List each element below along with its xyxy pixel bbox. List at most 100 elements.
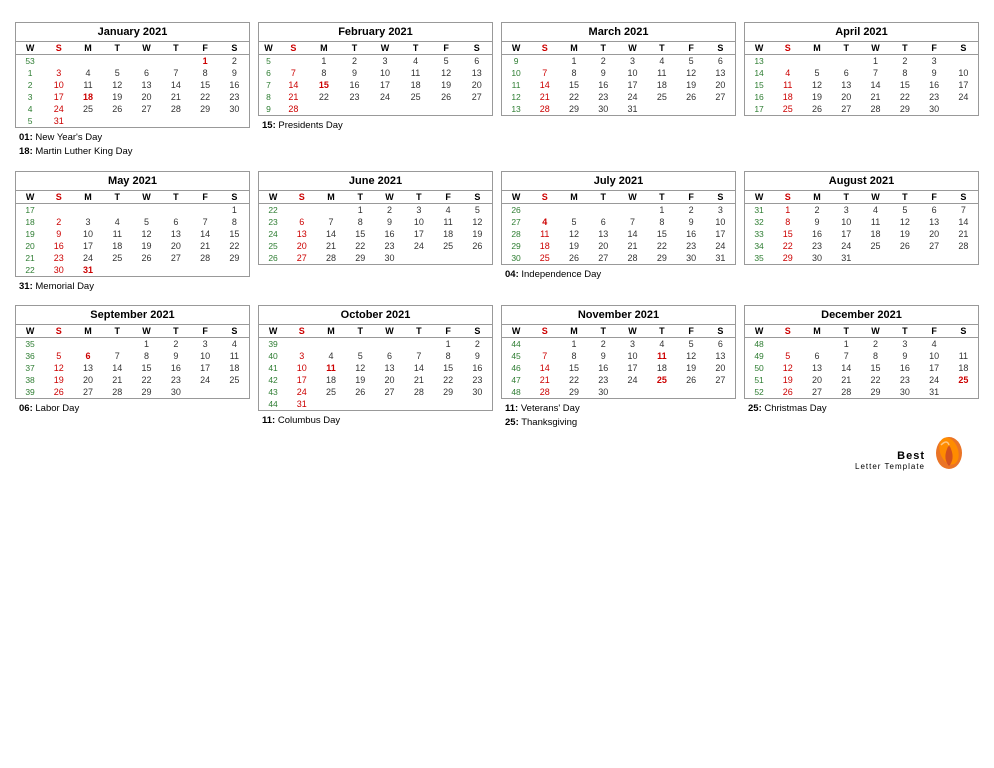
- day-cell: 3: [370, 55, 401, 68]
- col-header: S: [949, 191, 978, 204]
- day-cell: 24: [73, 252, 102, 264]
- day-cell: 13: [161, 228, 190, 240]
- day-cell: 30: [161, 386, 190, 398]
- day-cell: 9: [44, 228, 73, 240]
- day-cell: 4: [433, 203, 462, 216]
- holidays-section: 06: Labor Day: [15, 399, 250, 419]
- day-cell: 11: [530, 228, 559, 240]
- holiday-entry: 25: Thanksgiving: [505, 416, 732, 430]
- day-cell: 4: [400, 55, 431, 68]
- day-cell: 6: [461, 55, 492, 68]
- day-cell: 29: [132, 386, 161, 398]
- day-cell: [44, 337, 73, 350]
- week-number: 1: [16, 67, 44, 79]
- logo-text-best: Best: [855, 450, 925, 462]
- day-cell: [706, 103, 735, 115]
- day-cell: 18: [773, 91, 802, 103]
- col-header: T: [890, 191, 919, 204]
- week-number: 35: [16, 337, 44, 350]
- day-cell: 25: [73, 103, 102, 115]
- day-cell: 18: [103, 240, 132, 252]
- day-cell: 23: [220, 91, 249, 103]
- day-cell: [589, 203, 618, 216]
- week-number: 10: [502, 67, 530, 79]
- day-cell: 2: [589, 337, 618, 350]
- day-cell: 17: [832, 228, 861, 240]
- week-number: 5: [259, 55, 278, 68]
- day-cell: 29: [220, 252, 249, 264]
- col-header: W: [502, 325, 530, 338]
- day-cell: [375, 337, 404, 350]
- col-header: F: [433, 325, 462, 338]
- day-cell: 26: [890, 240, 919, 252]
- day-cell: 21: [161, 91, 190, 103]
- day-cell: 6: [919, 203, 948, 216]
- day-cell: 9: [463, 350, 492, 362]
- day-cell: 8: [433, 350, 462, 362]
- day-cell: 3: [44, 67, 73, 79]
- day-cell: 24: [44, 103, 73, 115]
- day-cell: 21: [190, 240, 219, 252]
- week-number: 14: [745, 67, 773, 79]
- week-number: 31: [745, 203, 773, 216]
- holidays-section: 11: Veterans' Day25: Thanksgiving: [501, 399, 736, 434]
- day-cell: 30: [802, 252, 831, 264]
- day-cell: 2: [861, 337, 890, 350]
- week-number: 32: [745, 216, 773, 228]
- week-number: 38: [16, 374, 44, 386]
- day-cell: 16: [802, 228, 831, 240]
- day-cell: 20: [706, 79, 735, 91]
- day-cell: 12: [132, 228, 161, 240]
- month-block-3: March 2021WSMTWTFS9123456107891011121311…: [501, 22, 736, 163]
- day-cell: 2: [44, 216, 73, 228]
- day-cell: 2: [802, 203, 831, 216]
- holidays-section: 04: Independence Day: [501, 265, 736, 285]
- day-cell: 7: [161, 67, 190, 79]
- col-header: T: [832, 42, 861, 55]
- day-cell: 31: [44, 115, 73, 127]
- day-cell: 13: [706, 67, 735, 79]
- day-cell: 4: [530, 216, 559, 228]
- week-number: 47: [502, 374, 530, 386]
- col-header: W: [502, 42, 530, 55]
- day-cell: [73, 337, 102, 350]
- day-cell: 5: [132, 216, 161, 228]
- day-cell: 13: [375, 362, 404, 374]
- day-cell: 21: [861, 91, 890, 103]
- day-cell: 26: [559, 252, 588, 264]
- day-cell: 18: [316, 374, 345, 386]
- col-header: F: [919, 325, 948, 338]
- day-cell: 14: [161, 79, 190, 91]
- day-cell: 17: [287, 374, 316, 386]
- day-cell: [190, 386, 219, 398]
- col-header: S: [278, 42, 309, 55]
- col-header: T: [589, 325, 618, 338]
- holidays-section: 11: Columbus Day: [258, 411, 493, 431]
- day-cell: 22: [861, 374, 890, 386]
- week-number: 29: [502, 240, 530, 252]
- col-header: W: [375, 325, 404, 338]
- day-cell: 10: [404, 216, 433, 228]
- col-header: S: [463, 191, 492, 204]
- month-block-12: December 2021WSMTWTFS4812344956789101150…: [744, 305, 979, 434]
- day-cell: 30: [589, 103, 618, 115]
- col-header: T: [890, 42, 919, 55]
- holidays-section: 25: Christmas Day: [744, 399, 979, 419]
- day-cell: 29: [433, 386, 462, 398]
- day-cell: 17: [706, 228, 735, 240]
- col-header: W: [618, 42, 647, 55]
- day-cell: 29: [890, 103, 919, 115]
- day-cell: 3: [919, 55, 948, 68]
- day-cell: 14: [278, 79, 309, 91]
- day-cell: 7: [832, 350, 861, 362]
- day-cell: 14: [861, 79, 890, 91]
- day-cell: 10: [73, 228, 102, 240]
- col-header: T: [103, 325, 132, 338]
- day-cell: 24: [618, 374, 647, 386]
- col-header: W: [745, 325, 773, 338]
- day-cell: 6: [73, 350, 102, 362]
- col-header: S: [44, 325, 73, 338]
- day-cell: 1: [132, 337, 161, 350]
- day-cell: 20: [132, 91, 161, 103]
- day-cell: [400, 103, 431, 115]
